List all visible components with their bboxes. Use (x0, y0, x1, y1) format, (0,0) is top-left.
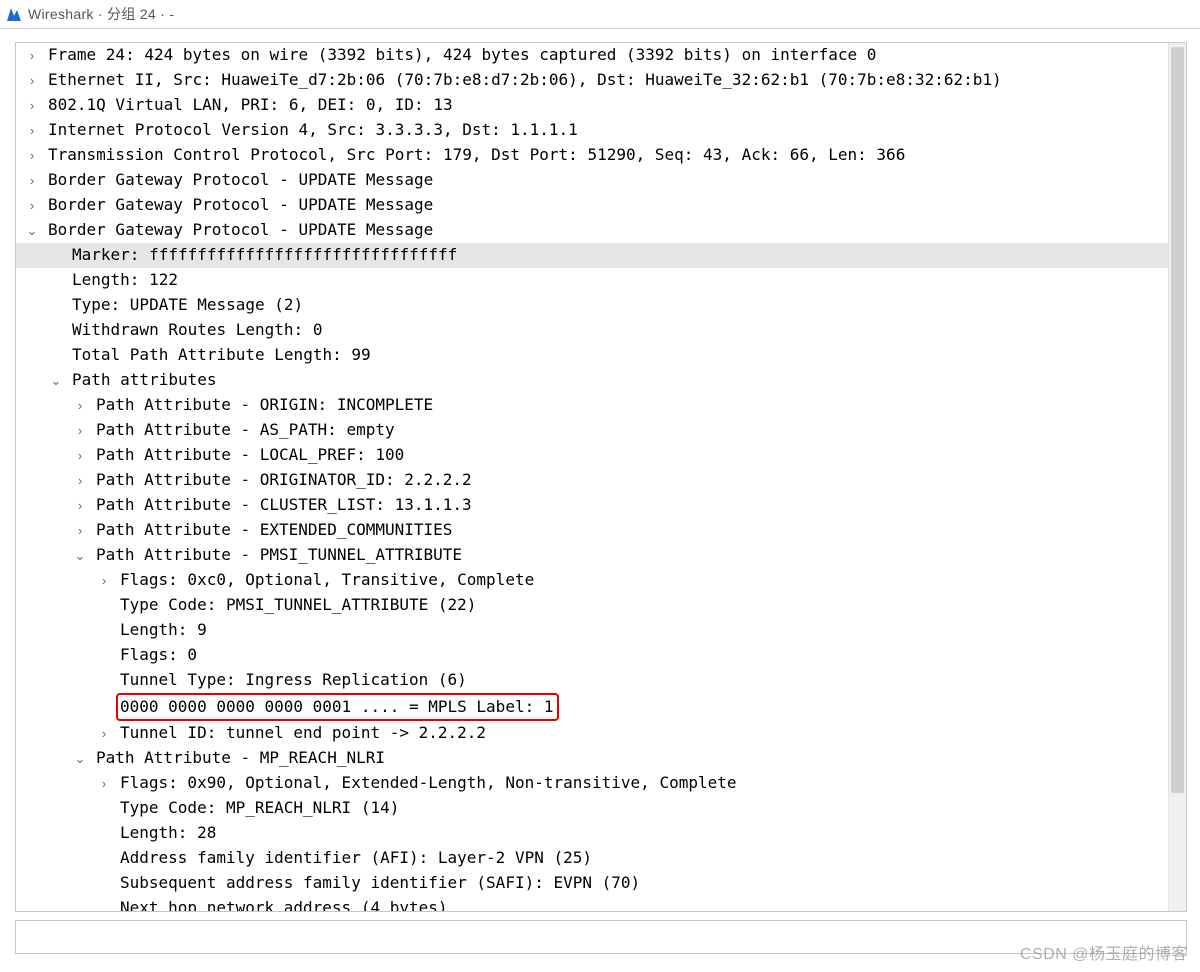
tree-label: Next hop network address (4 bytes) (120, 896, 448, 912)
tree-label: Path Attribute - LOCAL_PREF: 100 (96, 443, 404, 467)
tree-row-pa-aspath[interactable]: ··›Path Attribute - AS_PATH: empty (16, 418, 1186, 443)
tree-label: Flags: 0xc0, Optional, Transitive, Compl… (120, 568, 534, 592)
tree-row-bgp-length[interactable]: ··Length: 122 (16, 268, 1186, 293)
titlebar-separator (0, 28, 1200, 29)
tree-label: Path Attribute - MP_REACH_NLRI (96, 746, 385, 770)
expander-icon[interactable]: › (24, 169, 40, 193)
tree-row-bgp-2[interactable]: › Border Gateway Protocol - UPDATE Messag… (16, 193, 1186, 218)
expander-icon[interactable]: › (72, 444, 88, 468)
tree-row-pmsi-flags[interactable]: ···›Flags: 0xc0, Optional, Transitive, C… (16, 568, 1186, 593)
tree-label: Subsequent address family identifier (SA… (120, 871, 640, 895)
tree-label: Type Code: MP_REACH_NLRI (14) (120, 796, 399, 820)
tree-label: Border Gateway Protocol - UPDATE Message (48, 218, 433, 242)
tree-row-mp-typecode[interactable]: ····Type Code: MP_REACH_NLRI (14) (16, 796, 1186, 821)
tree-row-mp-flags[interactable]: ···›Flags: 0x90, Optional, Extended-Leng… (16, 771, 1186, 796)
tree-row-pmsi-typecode[interactable]: ····Type Code: PMSI_TUNNEL_ATTRIBUTE (22… (16, 593, 1186, 618)
expander-icon[interactable]: › (72, 394, 88, 418)
tree-row-frame[interactable]: › Frame 24: 424 bytes on wire (3392 bits)… (16, 43, 1186, 68)
tree-label: Type Code: PMSI_TUNNEL_ATTRIBUTE (22) (120, 593, 476, 617)
tree-label: Path Attribute - CLUSTER_LIST: 13.1.1.3 (96, 493, 472, 517)
tree-row-bgp-type[interactable]: ··Type: UPDATE Message (2) (16, 293, 1186, 318)
tree-row-pa-extcomm[interactable]: ··›Path Attribute - EXTENDED_COMMUNITIES (16, 518, 1186, 543)
tree-label: Ethernet II, Src: HuaweiTe_d7:2b:06 (70:… (48, 68, 1002, 92)
tree-row-pmsi-tunid[interactable]: ···›Tunnel ID: tunnel end point -> 2.2.2… (16, 721, 1186, 746)
tree-row-pmsi-mpls-label[interactable]: ····0000 0000 0000 0000 0001 .... = MPLS… (16, 693, 1186, 721)
tree-row-bgp-3[interactable]: ⌄ Border Gateway Protocol - UPDATE Messag… (16, 218, 1186, 243)
tree-label: Frame 24: 424 bytes on wire (3392 bits),… (48, 43, 876, 67)
tree-label: Transmission Control Protocol, Src Port:… (48, 143, 905, 167)
expander-icon[interactable]: › (72, 469, 88, 493)
tree-label: Flags: 0 (120, 643, 197, 667)
expander-icon[interactable]: › (24, 194, 40, 218)
collapse-icon[interactable]: ⌄ (72, 747, 88, 771)
expander-icon[interactable]: › (24, 69, 40, 93)
tree-label: Path Attribute - ORIGIN: INCOMPLETE (96, 393, 433, 417)
tree-label: Length: 28 (120, 821, 216, 845)
expander-icon[interactable]: › (24, 119, 40, 143)
window-titlebar: Wireshark · 分组 24 · - (0, 0, 1200, 28)
scrollbar-thumb[interactable] (1171, 47, 1184, 793)
expander-icon[interactable]: › (96, 772, 112, 796)
tree-row-bgp-total-path-attr-len[interactable]: ··Total Path Attribute Length: 99 (16, 343, 1186, 368)
tree-row-mp-length[interactable]: ····Length: 28 (16, 821, 1186, 846)
tree-label: Marker: ffffffffffffffffffffffffffffffff (72, 243, 457, 267)
tree-row-bgp-marker[interactable]: ··Marker: ffffffffffffffffffffffffffffff… (16, 243, 1186, 268)
tree-row-pmsi-flags2[interactable]: ····Flags: 0 (16, 643, 1186, 668)
tree-label: Length: 9 (120, 618, 207, 642)
tree-label: Length: 122 (72, 268, 178, 292)
tree-label: Path Attribute - EXTENDED_COMMUNITIES (96, 518, 452, 542)
tree-row-mp-afi[interactable]: ····Address family identifier (AFI): Lay… (16, 846, 1186, 871)
tree-label: Address family identifier (AFI): Layer-2… (120, 846, 592, 870)
tree-label: Path attributes (72, 368, 217, 392)
tree-row-pa-pmsi[interactable]: ··⌄Path Attribute - PMSI_TUNNEL_ATTRIBUT… (16, 543, 1186, 568)
tree-label: Internet Protocol Version 4, Src: 3.3.3.… (48, 118, 578, 142)
expander-icon[interactable]: › (24, 144, 40, 168)
collapse-icon[interactable]: ⌄ (24, 219, 40, 243)
tree-label: Path Attribute - ORIGINATOR_ID: 2.2.2.2 (96, 468, 472, 492)
packet-details-pane[interactable]: › Frame 24: 424 bytes on wire (3392 bits)… (15, 42, 1187, 912)
collapse-icon[interactable]: ⌄ (72, 544, 88, 568)
tree-label: Tunnel ID: tunnel end point -> 2.2.2.2 (120, 721, 486, 745)
expander-icon[interactable]: › (24, 44, 40, 68)
tree-row-pa-cluster[interactable]: ··›Path Attribute - CLUSTER_LIST: 13.1.1… (16, 493, 1186, 518)
tree-row-bgp-withdrawn[interactable]: ··Withdrawn Routes Length: 0 (16, 318, 1186, 343)
tree-row-bgp-1[interactable]: › Border Gateway Protocol - UPDATE Messag… (16, 168, 1186, 193)
tree-label: 0000 0000 0000 0000 0001 .... = MPLS Lab… (120, 697, 553, 716)
tree-label: Border Gateway Protocol - UPDATE Message (48, 168, 433, 192)
tree-label: Path Attribute - AS_PATH: empty (96, 418, 395, 442)
expander-icon[interactable]: › (72, 494, 88, 518)
tree-row-pa-localpref[interactable]: ··›Path Attribute - LOCAL_PREF: 100 (16, 443, 1186, 468)
tree-row-mp-safi[interactable]: ····Subsequent address family identifier… (16, 871, 1186, 896)
tree-label: Total Path Attribute Length: 99 (72, 343, 371, 367)
tree-row-ip[interactable]: › Internet Protocol Version 4, Src: 3.3.3… (16, 118, 1186, 143)
wireshark-fin-icon (6, 6, 22, 22)
window-title: Wireshark · 分组 24 · - (28, 4, 174, 24)
hex-view-pane[interactable]: 0120 64 00 00 00 01 00 00 00 00 20 02 02… (15, 920, 1187, 954)
tree-row-pa-origid[interactable]: ··›Path Attribute - ORIGINATOR_ID: 2.2.2… (16, 468, 1186, 493)
highlight-box: 0000 0000 0000 0000 0001 .... = MPLS Lab… (116, 693, 559, 721)
expander-icon[interactable]: › (72, 519, 88, 543)
tree-label: Border Gateway Protocol - UPDATE Message (48, 193, 433, 217)
tree-row-pmsi-tuntype[interactable]: ····Tunnel Type: Ingress Replication (6) (16, 668, 1186, 693)
expander-icon[interactable]: › (96, 569, 112, 593)
tree-row-tcp[interactable]: › Transmission Control Protocol, Src Port… (16, 143, 1186, 168)
tree-row-vlan[interactable]: › 802.1Q Virtual LAN, PRI: 6, DEI: 0, ID:… (16, 93, 1186, 118)
expander-icon[interactable]: › (96, 722, 112, 746)
tree-label: Flags: 0x90, Optional, Extended-Length, … (120, 771, 737, 795)
tree-row-pa-origin[interactable]: ··›Path Attribute - ORIGIN: INCOMPLETE (16, 393, 1186, 418)
expander-icon[interactable]: › (24, 94, 40, 118)
tree-row-path-attributes[interactable]: ·⌄Path attributes (16, 368, 1186, 393)
tree-label: Tunnel Type: Ingress Replication (6) (120, 668, 467, 692)
collapse-icon[interactable]: ⌄ (48, 369, 64, 393)
tree-row-pmsi-length[interactable]: ····Length: 9 (16, 618, 1186, 643)
vertical-scrollbar[interactable] (1168, 43, 1186, 911)
tree-label: Withdrawn Routes Length: 0 (72, 318, 322, 342)
expander-icon[interactable]: › (72, 419, 88, 443)
tree-row-ethernet[interactable]: › Ethernet II, Src: HuaweiTe_d7:2b:06 (70… (16, 68, 1186, 93)
tree-row-pa-mpreach[interactable]: ··⌄Path Attribute - MP_REACH_NLRI (16, 746, 1186, 771)
tree-row-mp-nexthop[interactable]: ····Next hop network address (4 bytes) (16, 896, 1186, 912)
tree-label: Type: UPDATE Message (2) (72, 293, 303, 317)
tree-label: 802.1Q Virtual LAN, PRI: 6, DEI: 0, ID: … (48, 93, 453, 117)
tree-label: Path Attribute - PMSI_TUNNEL_ATTRIBUTE (96, 543, 462, 567)
